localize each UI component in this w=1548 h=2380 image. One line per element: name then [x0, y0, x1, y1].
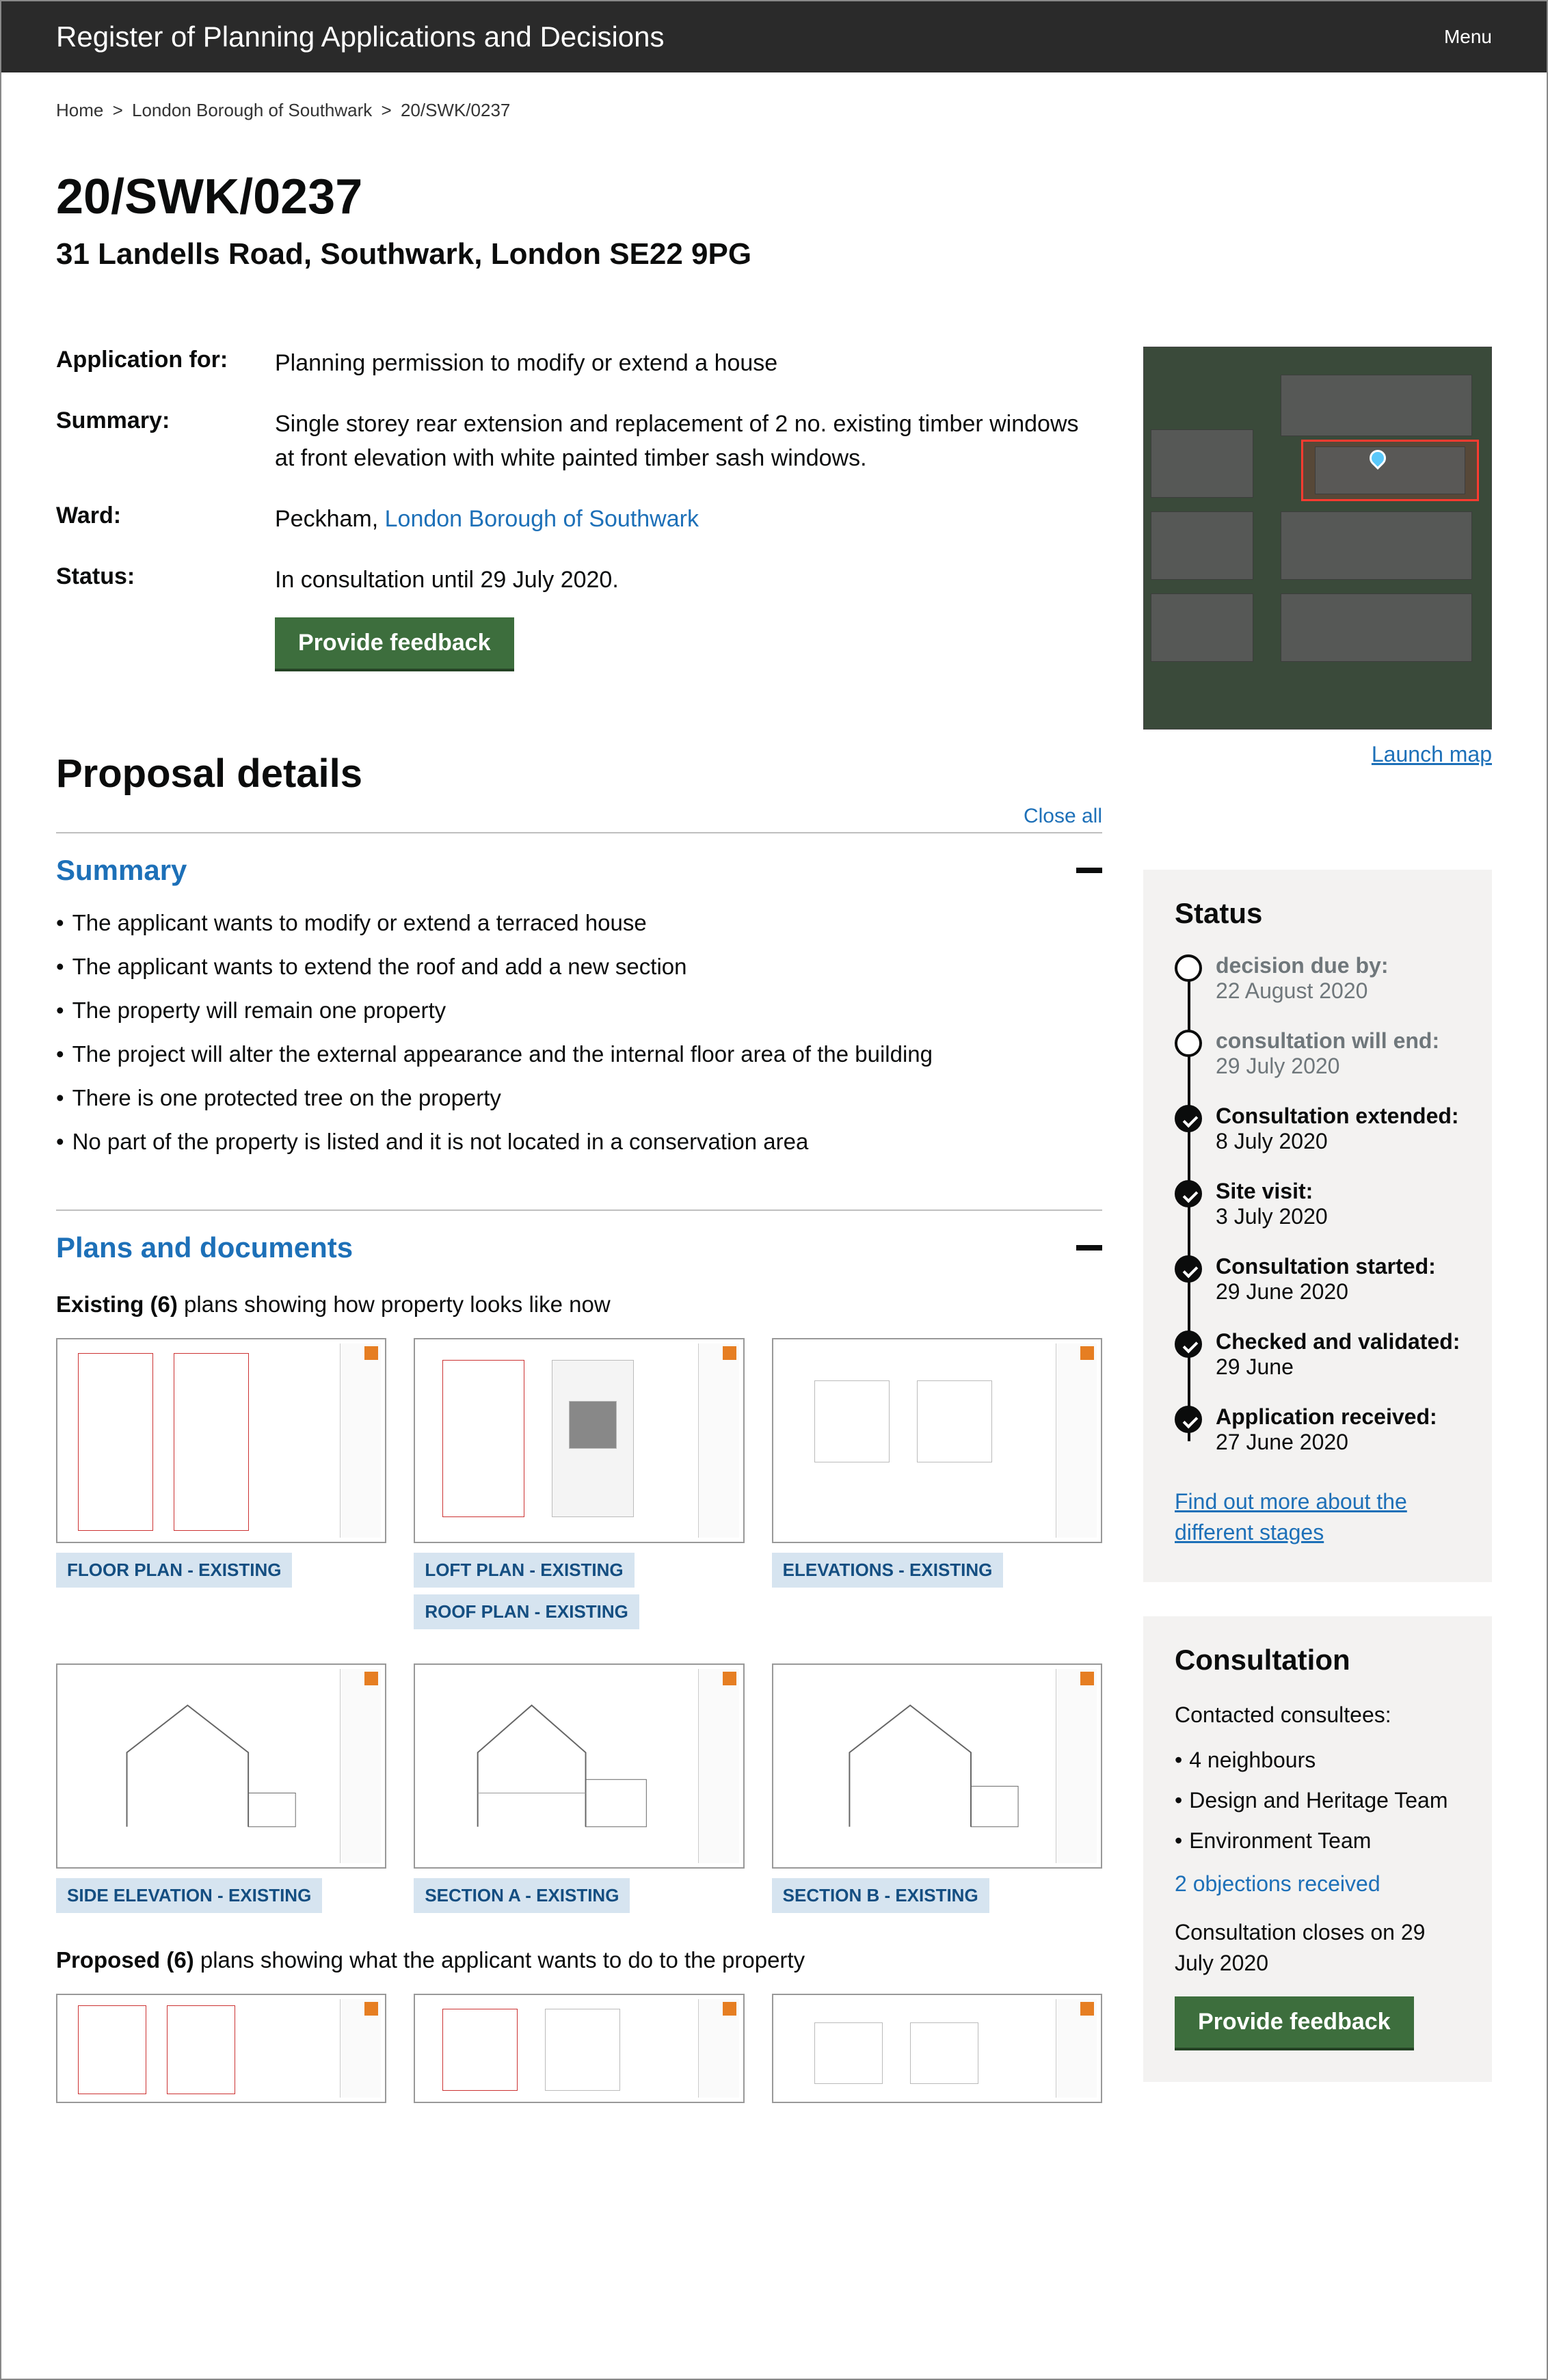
- timeline-item: Consultation started:29 June 2020: [1175, 1254, 1460, 1305]
- summary-list: The applicant wants to modify or extend …: [56, 910, 1102, 1155]
- collapse-icon: [1076, 868, 1102, 873]
- value-summary: Single storey rear extension and replace…: [275, 407, 1102, 475]
- timeline-label: Checked and validated:: [1216, 1329, 1460, 1354]
- consultation-heading: Consultation: [1175, 1644, 1460, 1676]
- ward-borough-link[interactable]: London Borough of Southwark: [385, 506, 699, 532]
- consultation-card: Consultation Contacted consultees: 4 nei…: [1143, 1616, 1492, 2082]
- timeline-item: Consultation extended:8 July 2020: [1175, 1104, 1460, 1154]
- value-application-for: Planning permission to modify or extend …: [275, 347, 1102, 380]
- plan-thumbnail[interactable]: [414, 1338, 744, 1543]
- plan-tag: SECTION B - EXISTING: [772, 1878, 989, 1913]
- label-ward: Ward:: [56, 503, 275, 536]
- summary-item: The applicant wants to modify or extend …: [56, 910, 1102, 936]
- plan-tag: SECTION A - EXISTING: [414, 1878, 630, 1913]
- timeline-item: Application received:27 June 2020: [1175, 1404, 1460, 1455]
- summary-item: There is one protected tree on the prope…: [56, 1085, 1102, 1111]
- plan-tag: ROOF PLAN - EXISTING: [414, 1594, 639, 1629]
- accordion-plans-header[interactable]: Plans and documents: [56, 1231, 1102, 1264]
- plan-tag: SIDE ELEVATION - EXISTING: [56, 1878, 322, 1913]
- timeline-label: decision due by:: [1216, 953, 1460, 978]
- summary-item: The property will remain one property: [56, 998, 1102, 1024]
- summary-item: No part of the property is listed and it…: [56, 1129, 1102, 1155]
- timeline-date: 29 June: [1216, 1354, 1460, 1380]
- plan-thumbnail[interactable]: [56, 1663, 386, 1869]
- timeline-item: decision due by:22 August 2020: [1175, 953, 1460, 1004]
- status-card: Status decision due by:22 August 2020 con…: [1143, 870, 1492, 1582]
- value-status: In consultation until 29 July 2020.: [275, 563, 1102, 597]
- label-application-for: Application for:: [56, 347, 275, 380]
- breadcrumb-borough[interactable]: London Borough of Southwark: [132, 100, 372, 120]
- site-title: Register of Planning Applications and De…: [56, 21, 665, 53]
- plan-thumbnail[interactable]: [772, 1994, 1102, 2103]
- plan-tag: FLOOR PLAN - EXISTING: [56, 1553, 292, 1588]
- page-address: 31 Landells Road, Southwark, London SE22…: [56, 237, 1492, 271]
- timeline-label: Consultation extended:: [1216, 1104, 1460, 1129]
- status-more-link[interactable]: Find out more about the different stages: [1175, 1486, 1460, 1548]
- launch-map-link[interactable]: Launch map: [1372, 742, 1492, 766]
- plan-thumbnail[interactable]: [414, 1663, 744, 1869]
- collapse-icon: [1076, 1245, 1102, 1251]
- status-heading: Status: [1175, 897, 1460, 930]
- accordion-summary-header[interactable]: Summary: [56, 854, 1102, 887]
- check-icon: [1175, 1255, 1202, 1283]
- plan-thumbnail[interactable]: [56, 1338, 386, 1543]
- timeline-item: Site visit:3 July 2020: [1175, 1179, 1460, 1229]
- accordion-summary-title: Summary: [56, 854, 187, 887]
- provide-feedback-button-sidebar[interactable]: Provide feedback: [1175, 1996, 1414, 2048]
- label-status: Status:: [56, 563, 275, 669]
- timeline-label: Application received:: [1216, 1404, 1460, 1430]
- plan-thumbnail[interactable]: [414, 1994, 744, 2103]
- circle-icon: [1175, 1030, 1202, 1057]
- plan-thumbnail[interactable]: [772, 1663, 1102, 1869]
- consultation-closes: Consultation closes on 29 July 2020: [1175, 1917, 1460, 1979]
- objections-link[interactable]: 2 objections received: [1175, 1871, 1380, 1896]
- circle-icon: [1175, 954, 1202, 982]
- consultee-item: Design and Heritage Team: [1175, 1788, 1460, 1813]
- summary-item: The applicant wants to extend the roof a…: [56, 954, 1102, 980]
- summary-item: The project will alter the external appe…: [56, 1041, 1102, 1067]
- proposed-plans-subhead: Proposed (6) plans showing what the appl…: [56, 1947, 1102, 1973]
- proposal-details-heading: Proposal details: [56, 751, 1102, 797]
- timeline-date: 29 June 2020: [1216, 1279, 1460, 1305]
- accordion-plans-title: Plans and documents: [56, 1231, 353, 1264]
- label-summary: Summary:: [56, 407, 275, 475]
- timeline-label: Consultation started:: [1216, 1254, 1460, 1279]
- plan-tag: LOFT PLAN - EXISTING: [414, 1553, 634, 1588]
- timeline-date: 29 July 2020: [1216, 1054, 1460, 1079]
- breadcrumb: Home > London Borough of Southwark > 20/…: [56, 100, 1492, 121]
- breadcrumb-home[interactable]: Home: [56, 100, 103, 120]
- check-icon: [1175, 1180, 1202, 1207]
- check-icon: [1175, 1331, 1202, 1358]
- timeline-date: 3 July 2020: [1216, 1204, 1460, 1229]
- timeline-date: 22 August 2020: [1216, 978, 1460, 1004]
- breadcrumb-current: 20/SWK/0237: [401, 100, 510, 120]
- consultation-intro: Contacted consultees:: [1175, 1700, 1460, 1730]
- existing-plans-subhead: Existing (6) plans showing how property …: [56, 1292, 1102, 1318]
- provide-feedback-button[interactable]: Provide feedback: [275, 617, 514, 669]
- menu-link[interactable]: Menu: [1444, 26, 1492, 48]
- value-ward: Peckham, London Borough of Southwark: [275, 503, 1102, 536]
- check-icon: [1175, 1406, 1202, 1433]
- timeline-date: 27 June 2020: [1216, 1430, 1460, 1455]
- top-bar: Register of Planning Applications and De…: [1, 1, 1547, 72]
- timeline-item: consultation will end:29 July 2020: [1175, 1028, 1460, 1079]
- plan-thumbnail[interactable]: [56, 1994, 386, 2103]
- plan-thumbnail[interactable]: [772, 1338, 1102, 1543]
- page-title: 20/SWK/0237: [56, 169, 1492, 225]
- map-aerial[interactable]: [1143, 347, 1492, 730]
- timeline-label: consultation will end:: [1216, 1028, 1460, 1054]
- check-icon: [1175, 1105, 1202, 1132]
- close-all-link[interactable]: Close all: [1024, 805, 1102, 827]
- timeline-date: 8 July 2020: [1216, 1129, 1460, 1154]
- consultee-item: 4 neighbours: [1175, 1748, 1460, 1773]
- timeline-item: Checked and validated:29 June: [1175, 1329, 1460, 1380]
- timeline-label: Site visit:: [1216, 1179, 1460, 1204]
- plan-tag: ELEVATIONS - EXISTING: [772, 1553, 1004, 1588]
- consultee-item: Environment Team: [1175, 1828, 1460, 1854]
